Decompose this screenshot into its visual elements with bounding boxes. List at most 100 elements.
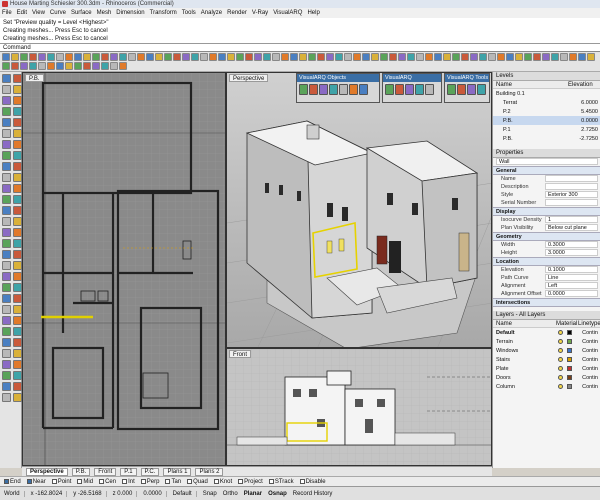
- toolbar-tool-icon[interactable]: [245, 53, 253, 61]
- float-toolbar-documentation[interactable]: VisualARQ Documentation: [382, 73, 442, 103]
- toolbar-tool-icon[interactable]: [83, 62, 91, 70]
- sidebar-tool-icon[interactable]: [13, 338, 22, 347]
- menu-file[interactable]: File: [2, 10, 12, 16]
- float-toolbar-tools[interactable]: VisualARQ Tools: [444, 73, 490, 103]
- osnap-checkbox[interactable]: [187, 479, 193, 484]
- toolbar-tool-icon[interactable]: [524, 53, 532, 61]
- osnap-cen[interactable]: Cen: [99, 479, 116, 485]
- sidebar-tool-icon[interactable]: [13, 184, 22, 193]
- viewport-label-front[interactable]: Front: [229, 350, 252, 358]
- sidebar-tool-icon[interactable]: [13, 173, 22, 182]
- status-layer[interactable]: Default: [173, 490, 197, 497]
- visualarq-tool-icon[interactable]: [339, 84, 348, 95]
- sidebar-tool-icon[interactable]: [13, 85, 22, 94]
- visualarq-tool-icon[interactable]: [349, 84, 358, 95]
- sidebar-tool-icon[interactable]: [13, 393, 22, 402]
- visualarq-tool-icon[interactable]: [477, 84, 486, 95]
- toolbar-tool-icon[interactable]: [461, 53, 469, 61]
- toolbar-tool-icon[interactable]: [218, 53, 226, 61]
- property-value[interactable]: Exterior 300: [545, 191, 598, 198]
- layer-visible-icon[interactable]: [558, 330, 563, 335]
- toolbar-tool-icon[interactable]: [164, 53, 172, 61]
- sidebar-tool-icon[interactable]: [13, 228, 22, 237]
- property-value[interactable]: [545, 183, 598, 190]
- toolbar-tool-icon[interactable]: [128, 53, 136, 61]
- sidebar-tool-icon[interactable]: [2, 85, 11, 94]
- sidebar-tool-icon[interactable]: [13, 129, 22, 138]
- menu-view[interactable]: View: [32, 10, 45, 16]
- sidebar-tool-icon[interactable]: [13, 217, 22, 226]
- toolbar-tool-icon[interactable]: [92, 62, 100, 70]
- toolbar-tool-icon[interactable]: [47, 53, 55, 61]
- osnap-checkbox[interactable]: [238, 479, 244, 484]
- sidebar-tool-icon[interactable]: [2, 228, 11, 237]
- osnap-mid[interactable]: Mid: [77, 479, 93, 485]
- property-value[interactable]: 0.1000: [545, 266, 598, 273]
- toolbar-tool-icon[interactable]: [533, 53, 541, 61]
- layer-row[interactable]: Doors Contin: [493, 373, 600, 382]
- toolbar-tool-icon[interactable]: [11, 53, 19, 61]
- toolbar-tool-icon[interactable]: [434, 53, 442, 61]
- sidebar-tool-icon[interactable]: [2, 173, 11, 182]
- visualarq-tool-icon[interactable]: [395, 84, 404, 95]
- toolbar-tool-icon[interactable]: [281, 53, 289, 61]
- toolbar-tool-icon[interactable]: [542, 53, 550, 61]
- osnap-checkbox[interactable]: [268, 479, 274, 484]
- toolbar-tool-icon[interactable]: [335, 53, 343, 61]
- layer-row[interactable]: Windows Contin: [493, 346, 600, 355]
- layer-row[interactable]: Stairs Contin: [493, 355, 600, 364]
- layer-color-swatch[interactable]: [567, 375, 572, 380]
- visualarq-tool-icon[interactable]: [385, 84, 394, 95]
- viewport-top-plan[interactable]: P.B.: [22, 72, 226, 466]
- sidebar-tool-icon[interactable]: [2, 107, 11, 116]
- sidebar-tool-icon[interactable]: [2, 151, 11, 160]
- osnap-point[interactable]: Point: [51, 479, 71, 485]
- layer-row[interactable]: Terrain Contin: [493, 337, 600, 346]
- toolbar-tool-icon[interactable]: [344, 53, 352, 61]
- toolbar-tool-icon[interactable]: [308, 53, 316, 61]
- toolbar-tool-icon[interactable]: [92, 53, 100, 61]
- sidebar-tool-icon[interactable]: [13, 360, 22, 369]
- toolbar-tool-icon[interactable]: [119, 62, 127, 70]
- visualarq-tool-icon[interactable]: [329, 84, 338, 95]
- toolbar-tool-icon[interactable]: [263, 53, 271, 61]
- toolbar-tool-icon[interactable]: [371, 53, 379, 61]
- osnap-checkbox[interactable]: [51, 479, 57, 484]
- object-type-value[interactable]: Wall: [496, 158, 598, 165]
- viewport-perspective[interactable]: Perspective: [226, 72, 492, 348]
- sidebar-tool-icon[interactable]: [13, 74, 22, 83]
- toolbar-tool-icon[interactable]: [74, 53, 82, 61]
- properties-section-geometry[interactable]: Geometry: [493, 232, 600, 241]
- viewport-tab-perspective[interactable]: Perspective: [26, 467, 68, 476]
- toolbar-tool-icon[interactable]: [578, 53, 586, 61]
- sidebar-tool-icon[interactable]: [2, 338, 11, 347]
- menu-transform[interactable]: Transform: [150, 10, 177, 16]
- layer-visible-icon[interactable]: [558, 375, 563, 380]
- visualarq-tool-icon[interactable]: [457, 84, 466, 95]
- sidebar-tool-icon[interactable]: [13, 294, 22, 303]
- toolbar-tool-icon[interactable]: [65, 62, 73, 70]
- sidebar-tool-icon[interactable]: [2, 74, 11, 83]
- visualarq-tool-icon[interactable]: [405, 84, 414, 95]
- toolbar-tool-icon[interactable]: [47, 62, 55, 70]
- sidebar-tool-icon[interactable]: [2, 195, 11, 204]
- toolbar-tool-icon[interactable]: [362, 53, 370, 61]
- sidebar-tool-icon[interactable]: [13, 195, 22, 204]
- property-value[interactable]: 3.0000: [545, 249, 598, 256]
- layer-color-swatch[interactable]: [567, 366, 572, 371]
- layer-row[interactable]: Column Contin: [493, 382, 600, 391]
- osnap-checkbox[interactable]: [213, 479, 219, 484]
- viewport-tab-plans-1[interactable]: Plans 1: [163, 467, 192, 476]
- osnap-checkbox[interactable]: [122, 479, 128, 484]
- menu-surface[interactable]: Surface: [71, 10, 92, 16]
- toolbar-tool-icon[interactable]: [353, 53, 361, 61]
- property-value[interactable]: 1: [545, 216, 598, 223]
- osnap-strack[interactable]: STrack: [268, 479, 294, 485]
- menu-analyze[interactable]: Analyze: [201, 10, 222, 16]
- sidebar-tool-icon[interactable]: [2, 382, 11, 391]
- toolbar-tool-icon[interactable]: [191, 53, 199, 61]
- properties-section-display[interactable]: Display: [493, 207, 600, 216]
- toolbar-tool-icon[interactable]: [389, 53, 397, 61]
- toolbar-tool-icon[interactable]: [137, 53, 145, 61]
- layer-color-swatch[interactable]: [567, 339, 572, 344]
